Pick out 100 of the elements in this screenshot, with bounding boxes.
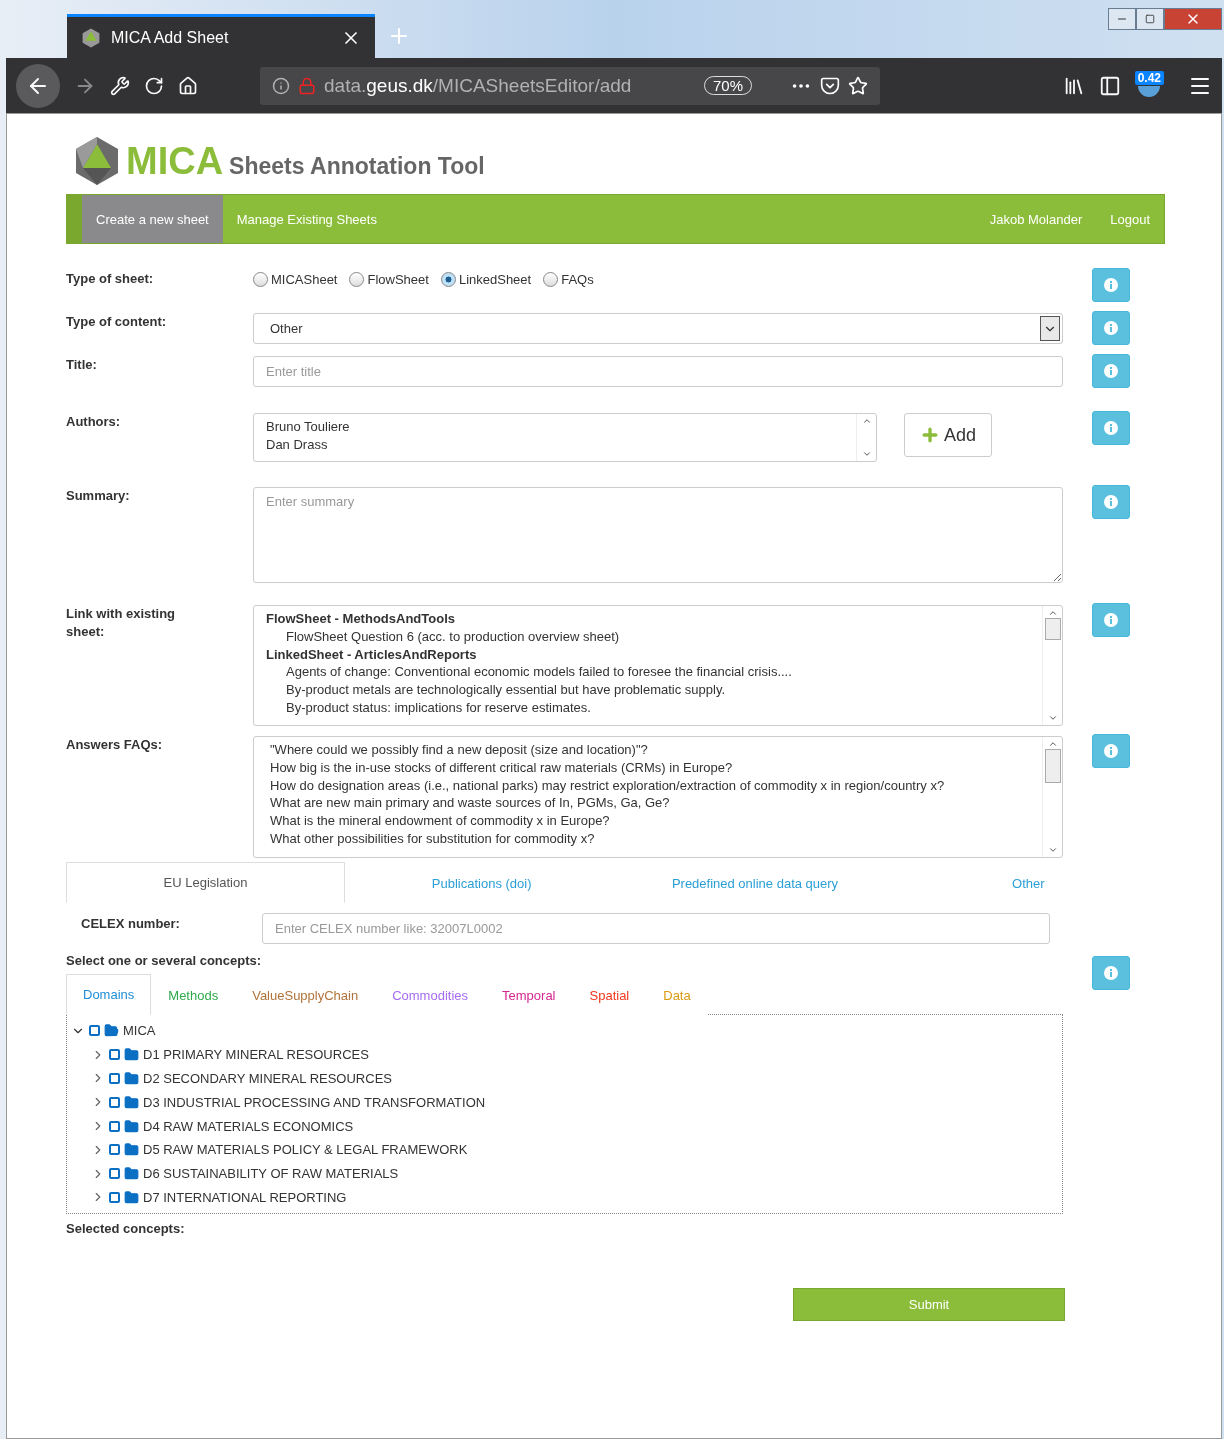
browser-tab[interactable]: MICA Add Sheet	[67, 14, 375, 58]
info-icon	[1104, 744, 1118, 758]
tab-title: MICA Add Sheet	[111, 28, 230, 47]
radio-option[interactable]: MICASheet	[253, 271, 338, 287]
scroll-up-icon[interactable]	[1047, 739, 1058, 749]
checkbox[interactable]	[109, 1191, 120, 1203]
summary-field[interactable]: Enter summary	[253, 487, 1063, 583]
info-icon[interactable]	[272, 76, 290, 95]
scroll-thumb[interactable]	[1044, 618, 1061, 640]
logo-text: MICA	[126, 139, 224, 183]
scroll-down-icon[interactable]	[1047, 713, 1058, 723]
logo-icon	[74, 136, 120, 186]
radio-option[interactable]: FlowSheet	[349, 271, 429, 287]
home-icon[interactable]	[178, 75, 198, 96]
add-button[interactable]: Add	[904, 413, 992, 457]
folder-icon	[124, 1166, 139, 1182]
faq-option[interactable]: How do designation areas (i.e., national parks) may restrict exploration/extraction of commodity x in region/country x?	[270, 776, 1030, 795]
scroll-up-icon[interactable]	[861, 416, 872, 426]
info-icon	[1104, 421, 1118, 435]
info-icon	[1104, 613, 1118, 627]
celex-field[interactable]: Enter CELEX number like: 32007L0002	[262, 913, 1050, 944]
faq-option[interactable]: How big is the in-use stocks of different critical raw materials (CRMs) in Europe?	[270, 758, 1030, 777]
scroll-thumb[interactable]	[1044, 749, 1061, 783]
minimize-button[interactable]	[1108, 8, 1136, 30]
faq-option[interactable]: What is the mineral endowment of commodity x in Europe?	[270, 812, 1030, 830]
info-icon	[1104, 278, 1118, 292]
node-label: D7 INTERNATIONAL REPORTING	[143, 1189, 347, 1205]
extension-icon[interactable]	[1138, 86, 1161, 100]
sheet-option[interactable]: Agents of change: Conventional economic models failed to foresee the financial crisis....	[266, 663, 1030, 682]
field-label: Answers FAQs:	[66, 736, 164, 754]
tree-node[interactable]: MICA	[71, 1019, 1058, 1043]
section-label: Select one or several concepts:	[66, 953, 262, 968]
star-icon[interactable]	[848, 75, 868, 96]
sidebar-icon[interactable]	[1098, 74, 1121, 97]
node-label: D5 RAW MATERIALS POLICY & LEGAL FRAMEWORK	[143, 1142, 468, 1158]
folder-icon	[104, 1023, 119, 1039]
field-label: Authors:	[66, 413, 122, 431]
field-label: Type of content:	[66, 313, 168, 331]
group-heading: LinkedSheet - ArticlesAndReports	[266, 645, 478, 664]
faq-option[interactable]: What other possibilities for substitution for commodity x?	[270, 830, 1030, 848]
info-icon	[1104, 321, 1118, 335]
faq-option[interactable]: What are new main primary and waste sources of In, PGMs, Ga, Ge?	[270, 794, 1030, 813]
content-select[interactable]: Other	[253, 313, 1063, 344]
folder-icon	[124, 1118, 139, 1134]
wrench-icon[interactable]	[110, 75, 130, 96]
group-heading: FlowSheet - MethodsAndTools	[266, 610, 456, 628]
checkbox[interactable]	[109, 1049, 120, 1061]
field-label: Summary:	[66, 487, 131, 505]
checkbox[interactable]	[109, 1073, 120, 1084]
author-item[interactable]: Bruno Touliere	[266, 418, 844, 436]
tree-node[interactable]: D4 RAW MATERIALS ECONOMICS	[71, 1114, 1058, 1138]
maximize-icon	[1145, 14, 1155, 24]
field-label: Type of sheet:	[66, 270, 155, 288]
app-subtitle: Sheets Annotation Tool	[229, 152, 485, 180]
node-label: D4 RAW MATERIALS ECONOMICS	[143, 1118, 354, 1134]
tree-node[interactable]: D2 SECONDARY MINERAL RESOURCES	[71, 1066, 1058, 1091]
resource-tab[interactable]: EU Legislation	[66, 862, 345, 903]
back-button[interactable]	[16, 63, 60, 108]
tree-node[interactable]: D5 RAW MATERIALS POLICY & LEGAL FRAMEWORK	[71, 1138, 1058, 1162]
folder-icon	[124, 1142, 139, 1158]
field-label: Link with existing sheet:	[66, 605, 177, 641]
folder-icon	[124, 1071, 139, 1086]
pocket-icon[interactable]	[820, 75, 840, 96]
sheet-list[interactable]	[253, 605, 1063, 726]
info-icon	[1104, 495, 1118, 509]
radio-option[interactable]: LinkedSheet	[440, 271, 532, 287]
checkbox[interactable]	[109, 1096, 120, 1108]
radio-option[interactable]: FAQs	[543, 271, 594, 287]
info-icon	[1104, 966, 1118, 980]
tree-node[interactable]: D1 PRIMARY MINERAL RESOURCES	[71, 1042, 1058, 1067]
node-label: D2 SECONDARY MINERAL RESOURCES	[143, 1071, 392, 1086]
checkbox[interactable]	[89, 1025, 100, 1037]
tree-node[interactable]: D7 INTERNATIONAL REPORTING	[71, 1185, 1058, 1210]
node-label: MICA	[123, 1023, 156, 1039]
faq-list[interactable]	[253, 736, 1063, 858]
checkbox[interactable]	[109, 1120, 120, 1132]
sheet-option[interactable]: By-product status: implications for reserve estimates.	[266, 699, 1030, 717]
maximize-button[interactable]	[1136, 8, 1164, 30]
faq-option[interactable]: "Where could we possibly find a new deposit (size and location)"?	[270, 741, 1030, 759]
checkbox[interactable]	[109, 1168, 120, 1180]
checkbox[interactable]	[109, 1144, 120, 1156]
sheet-option[interactable]: By-product metals are technologically essential but have problematic supply.	[266, 681, 1030, 699]
tree-node[interactable]: D6 SUSTAINABILITY OF RAW MATERIALS	[71, 1161, 1058, 1186]
scroll-down-icon[interactable]	[861, 449, 872, 459]
reload-icon[interactable]	[144, 75, 164, 96]
url-text: data.geus.dk/MICASheetsEditor/add	[324, 74, 632, 97]
plus-icon	[920, 425, 940, 445]
sheet-option[interactable]: FlowSheet Question 6 (acc. to production overview sheet)	[266, 627, 1030, 646]
scroll-down-icon[interactable]	[1047, 845, 1058, 855]
address-bar[interactable]: data.geus.dk/MICASheetsEditor/add 70%	[260, 66, 880, 105]
node-label: D6 SUSTAINABILITY OF RAW MATERIALS	[143, 1166, 399, 1182]
scroll-up-icon[interactable]	[1047, 608, 1058, 618]
tree-node[interactable]: D3 INDUSTRIAL PROCESSING AND TRANSFORMATION	[71, 1090, 1058, 1115]
authors-list[interactable]: Bruno Touliere Dan Drass	[253, 413, 877, 462]
author-item[interactable]: Dan Drass	[266, 435, 844, 454]
badge: 0.42	[1134, 71, 1164, 85]
title-field[interactable]: Enter title	[253, 356, 1063, 387]
concept-tab[interactable]: Domains	[66, 974, 152, 1015]
lock-icon	[298, 76, 316, 95]
node-label: D3 INDUSTRIAL PROCESSING AND TRANSFORMATION	[143, 1094, 486, 1110]
